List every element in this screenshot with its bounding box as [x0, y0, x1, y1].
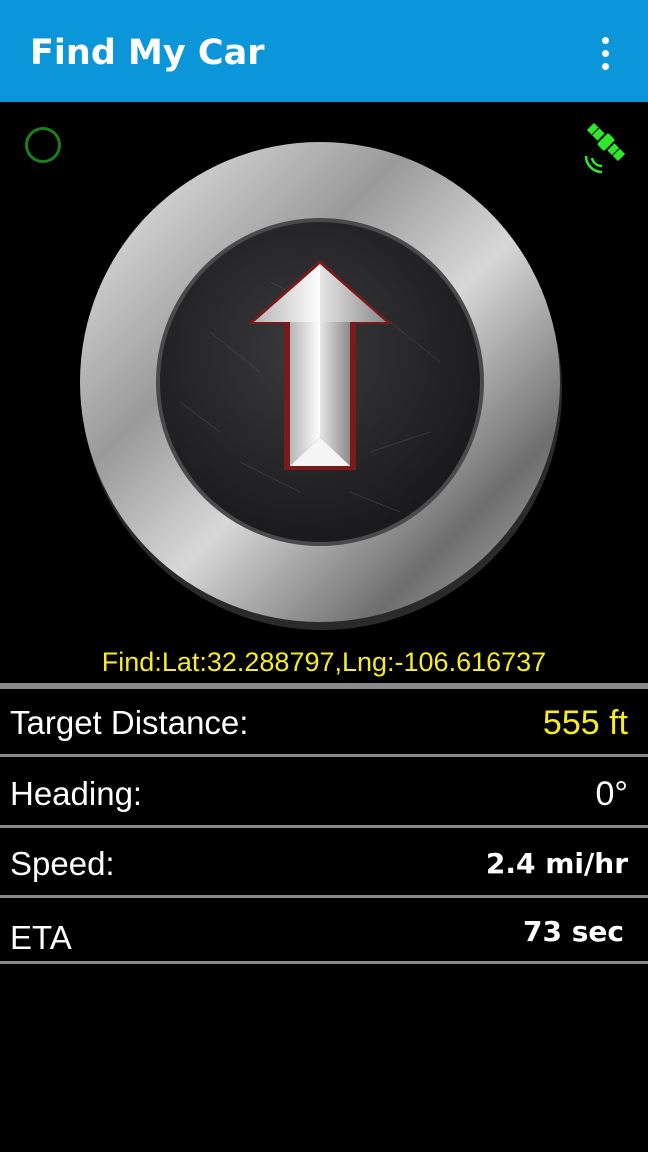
divider — [0, 961, 648, 964]
compass-dial — [80, 142, 562, 630]
stat-row-heading: Heading: 0° — [0, 760, 648, 828]
target-coordinates: Find:Lat:32.288797,Lng:-106.616737 — [101, 647, 547, 677]
app-bar: Find My Car — [0, 0, 648, 102]
stat-value-heading: 0° — [595, 775, 628, 813]
stat-row-eta: ETA 73 sec — [0, 898, 648, 964]
app-title: Find My Car — [30, 33, 265, 73]
stat-row-target-distance: Target Distance: 555 ft — [0, 689, 648, 757]
overflow-menu-icon[interactable] — [588, 30, 622, 76]
stat-value-speed: 2.4 mi/hr — [485, 847, 628, 880]
stat-label: Target Distance: — [10, 704, 249, 741]
stat-label: Speed: — [10, 845, 115, 882]
gps-status-ring-icon — [25, 127, 61, 163]
divider — [0, 825, 648, 828]
stat-value-eta: 73 sec — [523, 915, 624, 948]
divider — [0, 754, 648, 757]
satellite-icon — [584, 122, 626, 174]
stat-label: Heading: — [10, 775, 143, 812]
stat-value-distance: 555 ft — [542, 704, 628, 742]
stat-row-speed: Speed: 2.4 mi/hr — [0, 830, 648, 898]
